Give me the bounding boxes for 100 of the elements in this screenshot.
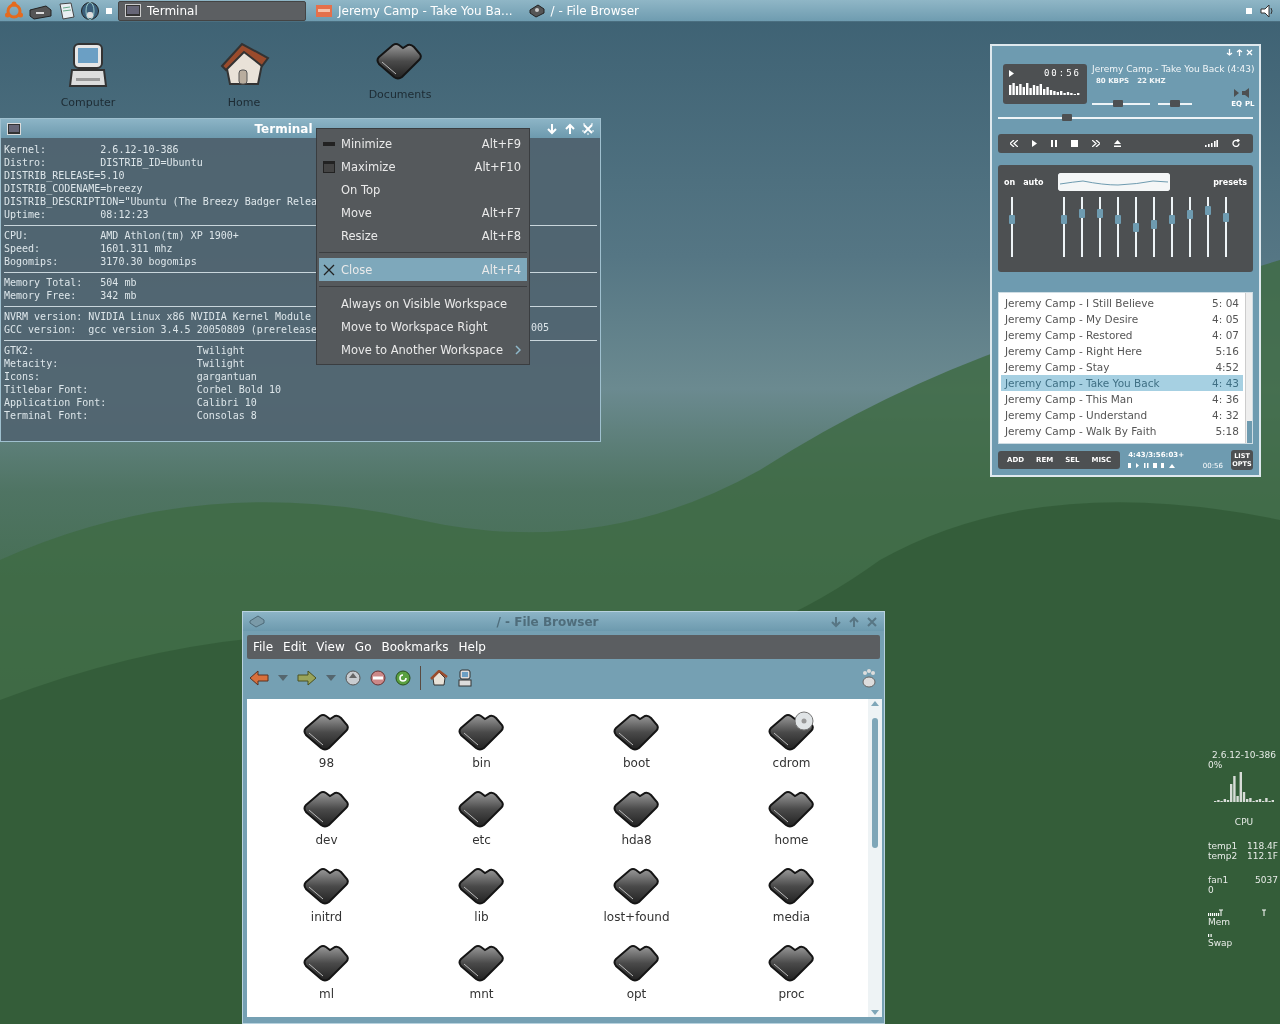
pause-icon[interactable] (1051, 140, 1057, 147)
menu-item[interactable]: Help (454, 638, 490, 656)
playlist-row[interactable]: Jeremy Camp - I Still Believe 5: 04 (1001, 295, 1243, 311)
band-slider-thumb[interactable] (1151, 220, 1157, 230)
file-name[interactable]: ml (319, 987, 334, 1001)
folder-icon[interactable] (612, 711, 661, 753)
folder-icon[interactable] (457, 788, 506, 830)
menu-item[interactable]: Minimize Alt+F9 (319, 132, 527, 155)
play-icon[interactable] (1032, 140, 1037, 147)
eject-icon[interactable] (1114, 140, 1121, 147)
folder-icon[interactable] (457, 865, 506, 907)
file-name[interactable]: dev (315, 833, 338, 847)
back-arrow-icon[interactable] (249, 670, 269, 686)
menu-item[interactable]: Move to Another Workspace (319, 338, 527, 361)
menu-item[interactable]: Maximize Alt+F10 (319, 155, 527, 178)
volume-slider-thumb[interactable] (1112, 100, 1123, 107)
house-icon[interactable] (430, 670, 448, 686)
workspace-switcher-icon[interactable] (1244, 5, 1254, 16)
folder-icon[interactable] (612, 942, 661, 984)
preamp-slider-thumb[interactable] (1009, 214, 1015, 224)
menu-item[interactable]: View (312, 638, 349, 656)
file-name[interactable]: initrd (310, 910, 343, 924)
menu-item[interactable]: Edit (279, 638, 311, 656)
folder-icon[interactable] (767, 788, 816, 830)
band-slider-thumb[interactable] (1205, 206, 1211, 216)
playlist-row[interactable]: Jeremy Camp - Understand 4: 32 (1001, 407, 1243, 423)
menu-item[interactable]: Move Alt+F7 (319, 201, 527, 224)
folder-icon[interactable] (302, 942, 351, 984)
menu-item[interactable]: File (249, 638, 278, 656)
taskbar-button[interactable]: Terminal (118, 0, 306, 21)
up-icon[interactable] (345, 670, 361, 686)
folder-icon[interactable] (612, 788, 661, 830)
rewind-icon[interactable] (1010, 140, 1018, 147)
file-name[interactable]: media (772, 910, 811, 924)
file-name[interactable]: proc (778, 987, 805, 1001)
playlist-row[interactable]: Jeremy Camp - Stay 4:52 (1001, 359, 1243, 375)
file-name[interactable]: etc (472, 833, 491, 847)
volume-icon[interactable] (1258, 2, 1276, 19)
file-name[interactable]: cdrom (772, 756, 811, 770)
menu-item[interactable]: Resize Alt+F8 (319, 224, 527, 247)
file-name[interactable]: bin (472, 756, 491, 770)
file-name[interactable]: home (774, 833, 809, 847)
menu-item[interactable]: Always on Visible Workspace (319, 292, 527, 315)
scrollbar[interactable] (868, 699, 882, 1017)
foot-logo-icon[interactable] (860, 668, 878, 688)
band-slider-thumb[interactable] (1097, 208, 1103, 218)
reload-icon[interactable] (395, 670, 411, 686)
speaker-icon[interactable] (1233, 88, 1252, 98)
seek-bar-thumb[interactable] (1061, 114, 1072, 121)
folder-icon[interactable] (767, 942, 816, 984)
folder-icon[interactable] (612, 865, 661, 907)
mini-transport-icon[interactable] (1128, 463, 1177, 468)
folder-icon[interactable] (767, 865, 816, 907)
scrollbar[interactable] (1245, 293, 1252, 443)
file-name[interactable]: 98 (318, 756, 335, 770)
terminal-line: GCC version: gcc version 3.4.5 20050809 (prerelease (4, 323, 318, 336)
terminal-line: DISTRIB_CODENAME=breezy (4, 182, 143, 195)
menu-item[interactable]: Bookmarks (377, 638, 453, 656)
show-desktop-icon[interactable] (104, 5, 114, 16)
document-icon[interactable] (56, 0, 76, 21)
band-slider-thumb[interactable] (1133, 223, 1139, 233)
forward-arrow-icon[interactable] (297, 670, 317, 686)
file-name[interactable]: boot (623, 756, 650, 770)
band-slider-thumb[interactable] (1079, 208, 1085, 218)
playlist-row[interactable]: Jeremy Camp - Right Here 5:16 (1001, 343, 1243, 359)
balance-slider-thumb[interactable] (1170, 100, 1181, 107)
terminal-line: Memory Free: 342 mb (4, 289, 137, 302)
stop-icon[interactable] (370, 670, 386, 686)
file-name[interactable]: opt (626, 987, 647, 1001)
band-slider-thumb[interactable] (1187, 210, 1193, 219)
terminal-icon[interactable] (7, 122, 21, 135)
equalizer-on-toggle[interactable]: on (1004, 177, 1016, 187)
playlist-row[interactable]: Jeremy Camp - Walk By Faith 5:18 (1001, 423, 1243, 439)
fast-forward-icon[interactable] (1092, 140, 1100, 147)
folder-icon[interactable] (302, 711, 351, 753)
band-slider-thumb[interactable] (1169, 214, 1175, 224)
elapsed-time: 00:56 (1043, 68, 1081, 78)
menu-item[interactable]: On Top (319, 178, 527, 201)
file-name[interactable]: lib (474, 910, 489, 924)
globe-icon[interactable] (80, 0, 100, 21)
band-slider-thumb[interactable] (1061, 214, 1067, 224)
auto-toggle[interactable]: auto (1023, 177, 1044, 187)
presets-button[interactable]: presets (1213, 177, 1247, 187)
file-name[interactable]: hda8 (621, 833, 652, 847)
repeat-icon[interactable] (1232, 139, 1241, 148)
folder-icon[interactable] (302, 865, 351, 907)
playlist-row[interactable]: Jeremy Camp - This Man 4: 36 (1001, 391, 1243, 407)
file-name[interactable]: mnt (469, 987, 494, 1001)
playlist-row[interactable]: Jeremy Camp - Take You Back 4: 43 (1001, 375, 1243, 391)
menu-item[interactable]: Go (350, 638, 376, 656)
folder-icon[interactable] (457, 942, 506, 984)
folder-icon[interactable] (457, 711, 506, 753)
file-name[interactable]: lost+found (603, 910, 670, 924)
band-slider-thumb[interactable] (1223, 213, 1229, 222)
menu-item[interactable]: Move to Workspace Right (319, 315, 527, 338)
folder-icon[interactable] (302, 788, 351, 830)
computer-icon[interactable] (457, 669, 473, 687)
playlist-row[interactable]: Jeremy Camp - Restored 4: 07 (1001, 327, 1243, 343)
band-slider-thumb[interactable] (1115, 214, 1121, 224)
playlist-row[interactable]: Jeremy Camp - My Desire 4: 05 (1001, 311, 1243, 327)
